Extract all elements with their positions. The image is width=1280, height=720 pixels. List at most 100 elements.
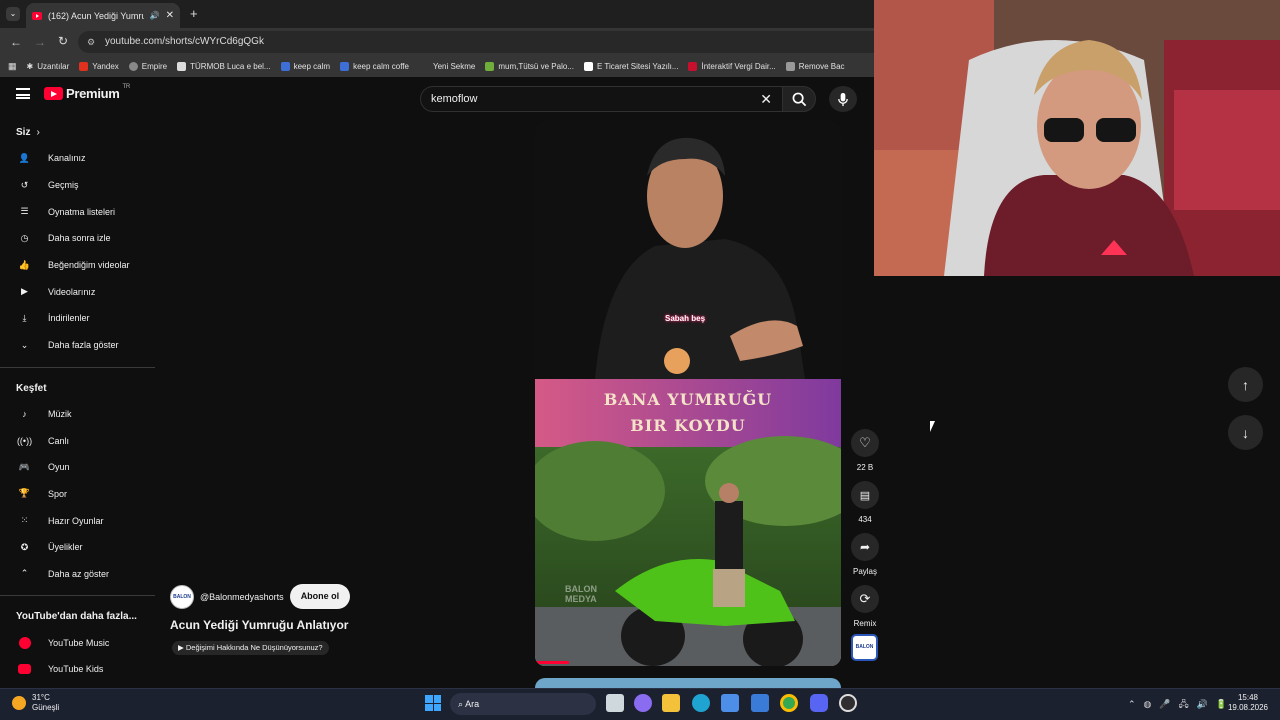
apps-grid-icon[interactable]: ▦ — [8, 61, 17, 72]
bookmark-item[interactable]: Yeni Sekme — [433, 62, 475, 71]
reload-icon[interactable]: ↻ — [58, 34, 68, 48]
globe-icon — [128, 62, 138, 71]
remix-button[interactable]: ⟳ — [851, 585, 879, 613]
thumbs-up-icon: 👍 — [18, 259, 31, 270]
bookmark-favicon-icon — [340, 62, 350, 71]
channel-avatar[interactable]: BALON — [170, 584, 194, 609]
sidebar-item-playlists[interactable]: ☰ Oynatma listeleri — [0, 198, 155, 225]
task-view-icon[interactable] — [606, 694, 624, 712]
bookmark-item[interactable]: keep calm coffe — [340, 62, 409, 71]
chevron-right-icon: › — [36, 127, 40, 138]
yandex-icon — [79, 62, 89, 71]
channel-icon: 👤 — [18, 152, 31, 163]
chrome-icon[interactable] — [780, 694, 798, 712]
store-icon[interactable] — [721, 694, 739, 712]
sidebar-item-youtube-music[interactable]: YouTube Music — [0, 629, 155, 656]
sidebar-item-your-videos[interactable]: ▶ Videolarınız — [0, 278, 155, 305]
sidebar-item-your-channel[interactable]: 👤 Kanalınız — [0, 145, 155, 172]
new-tab-icon[interactable]: + — [190, 6, 198, 21]
related-video-chip[interactable]: ▶ Değişimi Hakkında Ne Düşünüyorsunuz? — [172, 641, 329, 655]
discord-icon[interactable] — [810, 694, 828, 712]
section-you[interactable]: Siz › — [0, 120, 155, 145]
bookmark-item[interactable]: Yandex — [79, 62, 119, 71]
system-tray[interactable]: ⌃◍🎤🖧🔊🔋 — [1128, 697, 1235, 713]
address-bar[interactable]: ⚙ youtube.com/shorts/cWYrCd6gQGk — [78, 31, 874, 53]
like-action: ♡ 22 B — [851, 429, 879, 472]
guide-sidebar: Siz › 👤 Kanalınız ↺ Geçmiş ☰ Oynatma listele… — [0, 120, 155, 683]
sidebar-item-memberships[interactable]: ✪ Üyelikler — [0, 534, 155, 561]
bookmark-item[interactable]: Remove Bac — [785, 62, 845, 71]
bookmark-item[interactable]: keep calm — [280, 62, 330, 71]
browser-tab[interactable]: (162) Acun Yediği Yumruğu 🔊 ✕ — [26, 3, 180, 28]
gamepad-icon: 🎮 — [18, 461, 31, 472]
sidebar-item-sports[interactable]: 🏆 Spor — [0, 481, 155, 508]
bookmark-item[interactable]: TÜRMOB Luca e bel... — [177, 62, 271, 71]
heart-icon: ♡ — [859, 435, 871, 450]
channel-name[interactable]: @Balonmedyashorts — [200, 592, 284, 602]
bookmark-item[interactable]: Empire — [128, 62, 167, 71]
audio-thumbnail[interactable]: BALON — [851, 634, 878, 661]
search-button[interactable] — [782, 86, 816, 112]
sidebar-item-downloads[interactable]: ⤓ İndirilenler — [0, 305, 155, 332]
youtube-music-icon — [17, 635, 32, 650]
tab-close-icon[interactable]: ✕ — [166, 10, 174, 21]
speaker-icon[interactable]: 🔊 — [150, 11, 160, 20]
mail-icon[interactable] — [751, 694, 769, 712]
sidebar-item-gaming[interactable]: 🎮 Oyun — [0, 454, 155, 481]
search-input[interactable]: kemoflow ✕ — [420, 86, 782, 112]
sidebar-item-live[interactable]: ((•)) Canlı — [0, 427, 155, 454]
obs-icon[interactable] — [839, 694, 857, 712]
section-more-from-youtube: YouTube'dan daha fazla... — [16, 611, 137, 623]
short-video-player[interactable]: Sabah beş BANA YUMRUĞU BIR KOYDU BALON M… — [535, 121, 841, 666]
taskbar-search[interactable]: ⌕ Ara — [450, 693, 596, 715]
previous-short-button[interactable]: ↑ — [1228, 367, 1263, 402]
bookmark-item[interactable]: mum,Tütsü ve Palo... — [485, 62, 574, 71]
sidebar-item-playables[interactable]: ⁙ Hazır Oyunlar — [0, 507, 155, 534]
like-button[interactable]: ♡ — [851, 429, 879, 457]
bookmark-item[interactable]: E Ticaret Sitesi Yazılı... — [583, 62, 678, 71]
bookmark-item[interactable]: İnteraktif Vergi Dair... — [688, 62, 776, 71]
file-explorer-icon[interactable] — [662, 694, 680, 712]
remix-label: Remix — [853, 619, 877, 628]
arrow-down-icon: ↓ — [1242, 424, 1249, 441]
search-icon — [792, 92, 806, 106]
remix-action: ⟳ Remix — [851, 585, 879, 628]
share-button[interactable]: ➦ — [851, 533, 879, 561]
history-icon: ↺ — [20, 179, 29, 190]
clock[interactable]: 15:48 19.08.2026 — [1226, 693, 1270, 713]
sidebar-item-watch-later[interactable]: ◷ Daha sonra izle — [0, 225, 155, 252]
comment-action: ▤ 434 — [851, 481, 879, 524]
sidebar-item-music[interactable]: ♪ Müzik — [0, 401, 155, 428]
comments-button[interactable]: ▤ — [851, 481, 879, 509]
windows-logo-icon — [425, 695, 433, 703]
subscribe-button[interactable]: Abone ol — [289, 584, 351, 609]
chevron-up-icon: ⌃ — [20, 568, 29, 579]
share-icon: ➦ — [859, 540, 871, 554]
sidebar-item-history[interactable]: ↺ Geçmiş — [0, 172, 155, 199]
voice-search-button[interactable] — [829, 86, 857, 112]
tab-search-icon[interactable]: ⌄ — [6, 7, 20, 21]
next-short-button[interactable]: ↓ — [1228, 415, 1263, 450]
sidebar-item-youtube-kids[interactable]: YouTube Kids — [0, 656, 155, 683]
edge-icon[interactable] — [692, 694, 710, 712]
bookmarks-bar: ▦ ✱ Uzantılar Yandex Empire TÜRMOB Luca e… — [0, 56, 874, 77]
sidebar-show-more[interactable]: ⌄ Daha fazla göster — [0, 332, 155, 359]
remix-icon: ⟳ — [859, 591, 871, 606]
start-button[interactable] — [425, 695, 441, 711]
menu-icon[interactable] — [16, 88, 30, 99]
forward-icon[interactable]: → — [34, 35, 46, 49]
chevron-down-icon: ⌄ — [20, 339, 29, 350]
youtube-premium-logo[interactable]: Premium TR — [44, 84, 130, 101]
site-info-icon[interactable]: ⚙ — [87, 31, 95, 53]
sidebar-show-less[interactable]: ⌃ Daha az göster — [0, 561, 155, 588]
clear-search-icon[interactable]: ✕ — [760, 87, 772, 111]
back-icon[interactable]: ← — [10, 35, 22, 49]
webcam-feed — [874, 0, 1280, 276]
weather-widget[interactable]: 31°C Güneşli — [12, 693, 59, 713]
playlist-icon: ☰ — [20, 206, 29, 217]
divider — [0, 366, 155, 368]
bookmark-item[interactable]: ✱ Uzantılar — [27, 62, 70, 71]
sidebar-item-liked-videos[interactable]: 👍 Beğendiğim videolar — [0, 252, 155, 279]
short-title[interactable]: Acun Yediği Yumruğu Anlatıyor — [170, 618, 348, 632]
copilot-icon[interactable] — [634, 694, 652, 712]
